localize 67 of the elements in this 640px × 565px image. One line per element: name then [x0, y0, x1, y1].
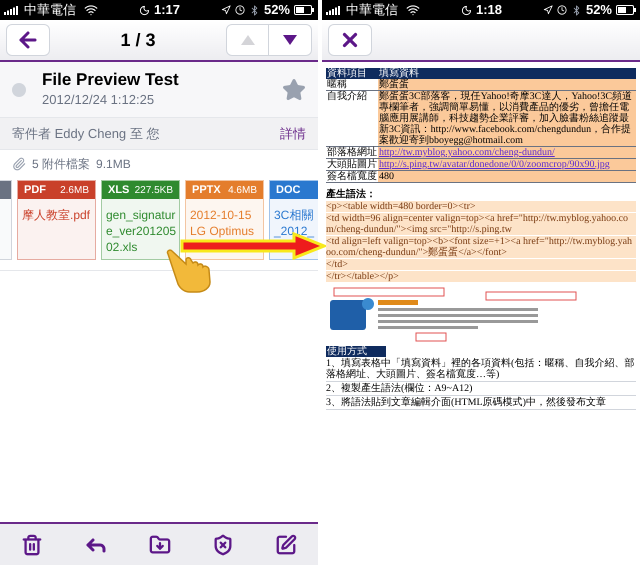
moon-icon [138, 4, 150, 16]
battery-icon [616, 5, 636, 15]
alarm-icon [556, 5, 567, 15]
usage-line: 3、將語法貼到文章編輯介面(HTML原碼模式)中，然後發布文章 [326, 396, 636, 410]
link-cell[interactable]: http://tw.myblog.yahoo.com/cheng-dundun/ [378, 147, 636, 158]
sender-line: 寄件者 Eddy Cheng 至 您 [12, 124, 160, 143]
clock-time: 1:18 [476, 1, 502, 20]
shield-x-icon[interactable] [212, 534, 234, 556]
compose-icon[interactable] [275, 534, 298, 556]
file-name: 摩人教室.pdf [21, 207, 92, 223]
clock-time: 1:17 [154, 1, 180, 20]
folder-download-icon[interactable] [148, 534, 171, 556]
up-triangle-icon [240, 35, 254, 45]
usage-line: 2、複製產生語法(欄位：A9~A12) [326, 382, 636, 396]
trash-icon[interactable] [20, 534, 43, 556]
message-counter: 1 / 3 [119, 28, 157, 52]
close-button[interactable] [328, 24, 372, 56]
file-type: PDF [24, 182, 46, 198]
file-type: PPTX [192, 182, 221, 198]
details-link[interactable]: 詳情 [280, 124, 306, 144]
file-size: 2.6MB [60, 184, 89, 198]
star-icon[interactable] [282, 78, 306, 102]
file-type: XLS [108, 182, 130, 198]
link-cell[interactable]: http://s.ping.tw/avatar/donedone/0/0/zoomcrop/90x90.jpg [378, 159, 636, 170]
bluetooth-icon [248, 4, 260, 16]
message-date: 2012/12/24 1:12:25 [42, 90, 156, 109]
value-cell: 480 [378, 171, 636, 182]
carrier-name: 中華電信 [24, 1, 76, 20]
attachment-card[interactable]: PDF 2.6MB 摩人教室.pdf [17, 180, 96, 260]
usage-line: 1、填寫表格中「填寫資料」裡的各項資料(包括：暱稱、自我介紹、部落格網址、大頭圖片、簽名檔寬度…等) [326, 357, 636, 382]
file-name: 2012-10-15 LG Optimus [189, 207, 256, 239]
header-cell-text: 填寫資料 [378, 68, 420, 79]
signal-icon [4, 6, 20, 14]
down-triangle-icon [283, 35, 297, 45]
back-button[interactable] [6, 24, 50, 56]
attachment-card[interactable]: XLS 227.5KB gen_signatur e_ver201205 02.xls [101, 180, 180, 260]
value-cell: 鄭蛋蛋3C部落客，現任Yahoo!奇摩3C達人，Yahoo!3C頻道專欄筆者，強調簡單易懂，以消費產品的優劣，曾擔任電腦應用展講師，科技趨勢企業評審，加入臉書粉絲追蹤最新3C資訊：http://www.facebook.com/chengdundun，合作提案歡迎寄到bboyegg@hotmail.com [378, 91, 636, 146]
location-icon [542, 5, 553, 15]
header-cell-text: 資料項目 [326, 68, 368, 79]
label-cell: 部落格網址 [326, 147, 378, 158]
signal-icon [326, 6, 342, 14]
battery-percent: 52% [586, 1, 612, 20]
wifi-icon [406, 3, 420, 17]
paperclip-icon [12, 157, 26, 171]
bluetooth-icon [570, 4, 582, 16]
location-icon [220, 5, 231, 15]
file-type: DOC [276, 182, 300, 198]
attachment-size: 9.1MB [96, 156, 131, 173]
label-cell: 大頭貼圖片 [326, 159, 378, 170]
code-title: 產生語法： [326, 189, 377, 200]
usage-title: 使用方式 [326, 346, 386, 357]
attachment-card[interactable] [0, 180, 12, 260]
file-size: 4.6MB [228, 184, 257, 198]
file-name: gen_signatur e_ver201205 02.xls [105, 207, 178, 255]
message-subject: File Preview Test [42, 70, 180, 90]
label-cell-text: 暱稱 [326, 79, 348, 90]
moon-icon [460, 4, 472, 16]
label-cell: 簽名檔寬度 [326, 171, 378, 182]
battery-icon [294, 5, 314, 15]
alarm-icon [234, 5, 245, 15]
value-cell: 鄭蛋蛋 [378, 79, 636, 90]
file-size: 227.5KB [134, 184, 173, 198]
label-cell-text: 自我介紹 [326, 91, 368, 104]
battery-percent: 52% [264, 1, 290, 20]
carrier-name: 中華電信 [346, 1, 398, 20]
attachment-count: 5 附件檔案 [32, 156, 90, 173]
wifi-icon [84, 3, 98, 17]
